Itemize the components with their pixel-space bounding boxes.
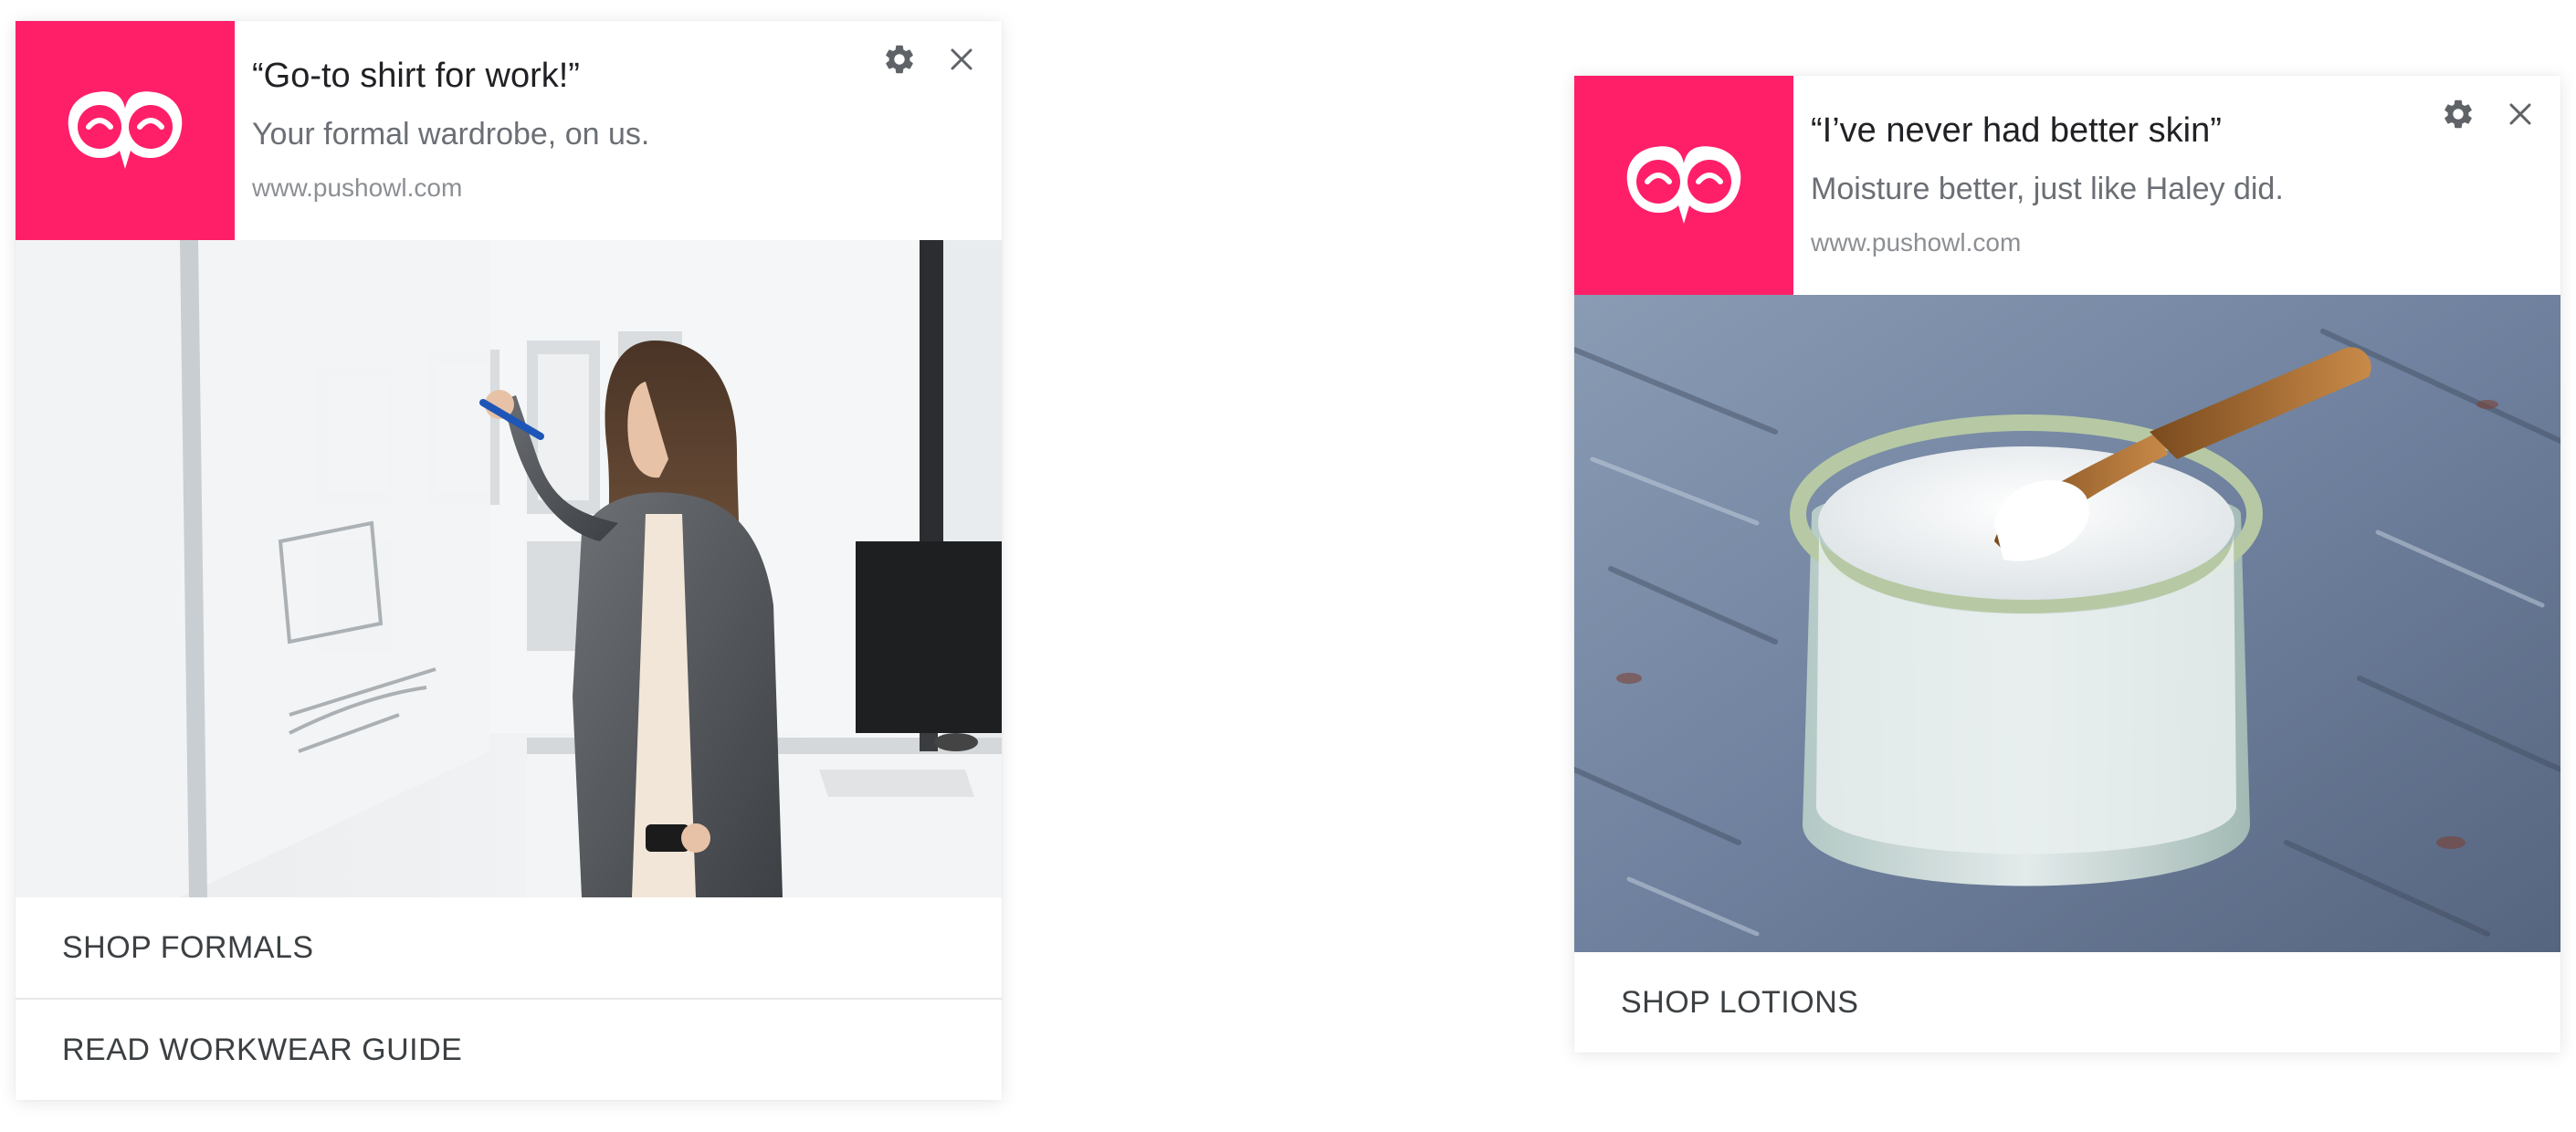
push-notification-formals[interactable]: “Go-to shirt for work!” Your formal ward… [16,21,1002,1100]
action-button-read-workwear-guide[interactable]: READ WORKWEAR GUIDE [16,998,1002,1100]
close-icon[interactable] [941,39,982,79]
notification-domain: www.pushowl.com [252,173,463,202]
notification-header: “I’ve never had better skin” Moisture be… [1574,76,2560,295]
notification-message: Moisture better, just like Haley did. [1811,172,2284,206]
push-notification-lotions[interactable]: “I’ve never had better skin” Moisture be… [1574,76,2560,1053]
gear-icon[interactable] [2438,94,2478,134]
close-icon[interactable] [2500,94,2540,134]
woman-writing-on-whiteboard-image[interactable] [16,240,1002,897]
action-button-shop-formals[interactable]: SHOP FORMALS [16,897,1002,998]
notification-domain: www.pushowl.com [1811,228,2022,257]
pushowl-logo-icon [16,21,235,240]
gear-icon[interactable] [879,39,920,79]
pushowl-logo-icon [1574,76,1793,295]
lotion-jar-image[interactable] [1574,295,2560,952]
action-button-shop-lotions[interactable]: SHOP LOTIONS [1574,952,2560,1053]
notification-message: Your formal wardrobe, on us. [252,117,650,152]
notification-header: “Go-to shirt for work!” Your formal ward… [16,21,1002,240]
